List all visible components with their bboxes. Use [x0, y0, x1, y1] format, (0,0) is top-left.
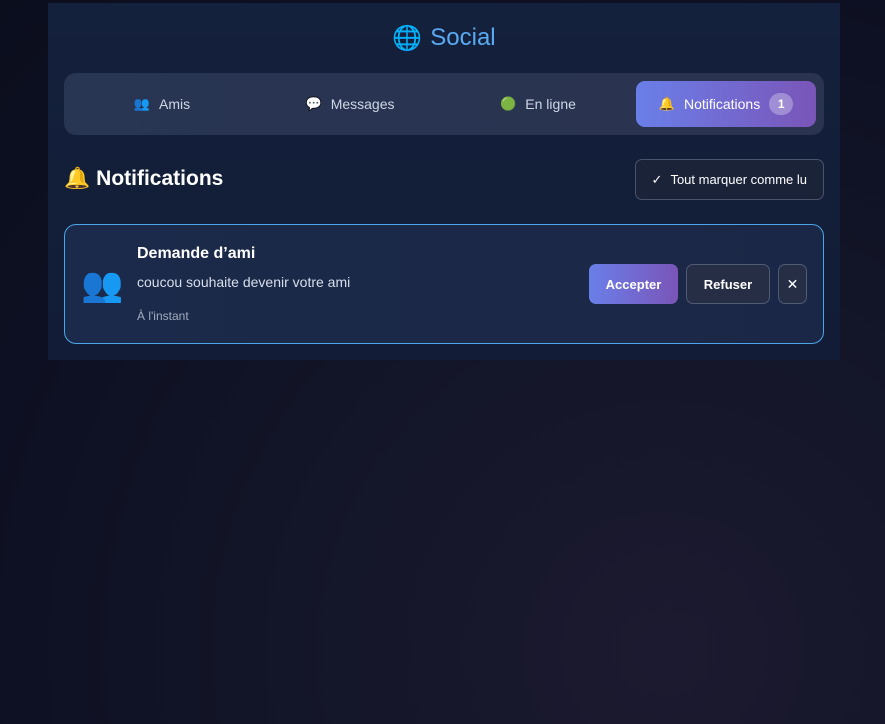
notification-time: À l'instant [137, 309, 189, 323]
friends-icon: 👥 [133, 96, 151, 111]
speech-bubble-icon: 💬 [305, 96, 322, 111]
notification-body: coucou souhaite devenir votre ami [137, 274, 351, 290]
accept-button[interactable]: Accepter [589, 264, 678, 304]
tab-amis[interactable]: 👥 Amis [72, 81, 252, 127]
mark-all-read-button[interactable]: ✓ Tout marquer comme lu [634, 159, 824, 200]
close-icon[interactable]: ✕ [778, 264, 807, 304]
bell-icon: 🔔 [658, 96, 675, 111]
refuse-button[interactable]: Refuser [686, 264, 770, 304]
bell-icon: 🔔 [64, 167, 91, 190]
green-dot-icon: 🟢 [500, 96, 517, 111]
tab-messages[interactable]: 💬 Messages [260, 81, 440, 127]
tab-label: Messages [330, 96, 395, 112]
tab-label: Notifications [683, 96, 761, 112]
tab-bar: 👥 Amis 💬 Messages 🟢 En ligne 🔔 Notificat… [64, 73, 824, 135]
friends-icon: 👥 [81, 266, 124, 304]
notification-count-badge: 1 [769, 93, 794, 115]
globe-icon: 🌐 [392, 24, 423, 52]
notifications-header: 🔔 Notifications ✓ Tout marquer comme lu [64, 159, 824, 200]
section-title-text: Notifications [96, 167, 224, 190]
tab-label: Amis [159, 96, 191, 112]
social-panel: 🌐 Social 👥 Amis 💬 Messages 🟢 En ligne 🔔 … [48, 3, 840, 360]
tab-notifications[interactable]: 🔔 Notifications 1 [636, 81, 816, 127]
notification-card: 👥 Demande d’ami coucou souhaite devenir … [64, 224, 824, 344]
page-title-text: Social [430, 24, 496, 51]
tab-label: En ligne [525, 96, 576, 112]
tab-en-ligne[interactable]: 🟢 En ligne [448, 81, 628, 127]
page-title: 🌐 Social [48, 23, 840, 53]
notification-title: Demande d’ami [137, 245, 256, 262]
section-title: 🔔 Notifications [64, 167, 223, 191]
check-icon: ✓ [651, 171, 663, 187]
mark-all-read-label: Tout marquer comme lu [670, 172, 807, 187]
